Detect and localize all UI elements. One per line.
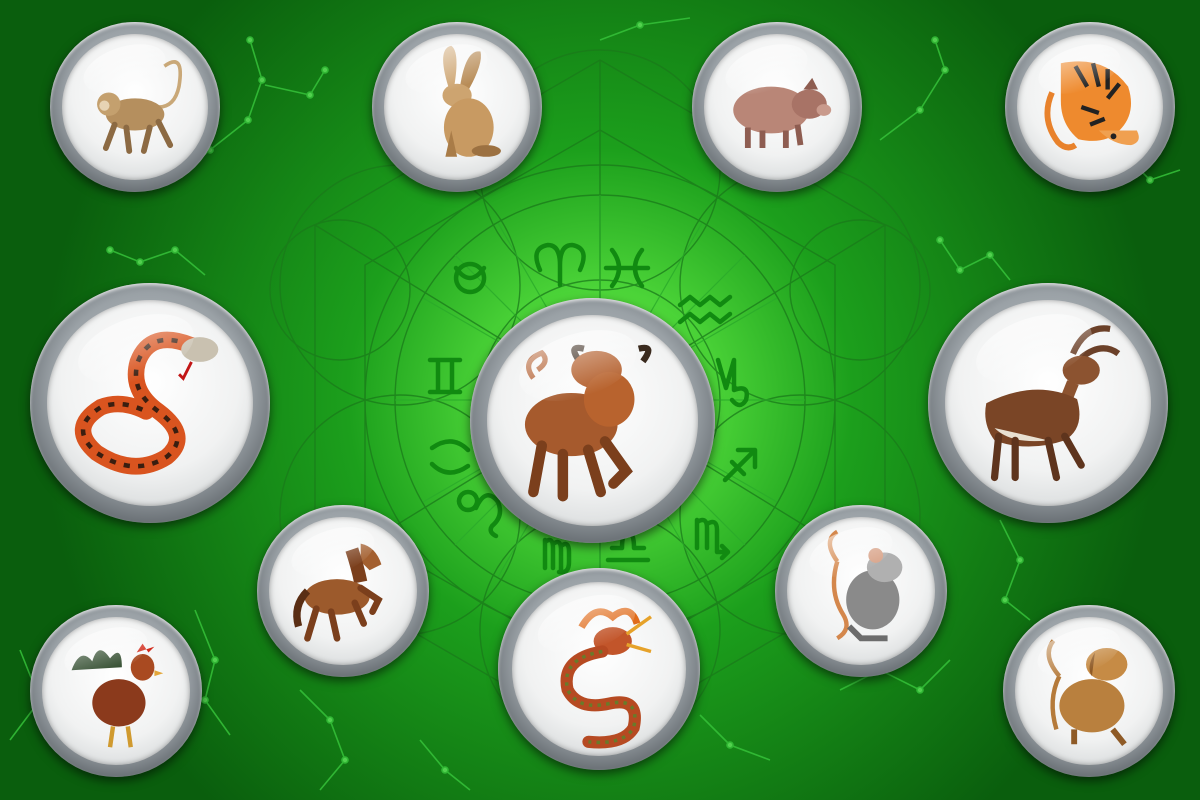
- horse-icon: [293, 543, 383, 642]
- medallion-rooster: [30, 605, 202, 777]
- monkey-icon: [96, 60, 182, 154]
- goat-icon: [985, 325, 1121, 481]
- rooster-icon: [71, 643, 164, 748]
- rat-icon: [827, 529, 903, 642]
- medallion-snake: [30, 283, 270, 523]
- medallion-monkey: [50, 22, 220, 192]
- medallion-tiger: [1005, 22, 1175, 192]
- tiger-icon: [1044, 61, 1139, 151]
- medallion-dog: [1003, 605, 1175, 777]
- pig-icon: [733, 77, 832, 148]
- medallion-rat: [775, 505, 947, 677]
- medallion-horse: [257, 505, 429, 677]
- rabbit-icon: [442, 45, 501, 157]
- dragon-icon: [560, 607, 653, 749]
- medallion-goat: [928, 283, 1168, 523]
- medallion-ox: [470, 298, 715, 543]
- dog-icon: [1046, 639, 1128, 747]
- medallion-pig: [692, 22, 862, 192]
- medallion-rabbit: [372, 22, 542, 192]
- ox-icon: [525, 344, 652, 502]
- snake-icon: [74, 331, 219, 475]
- medallion-dragon: [498, 568, 700, 770]
